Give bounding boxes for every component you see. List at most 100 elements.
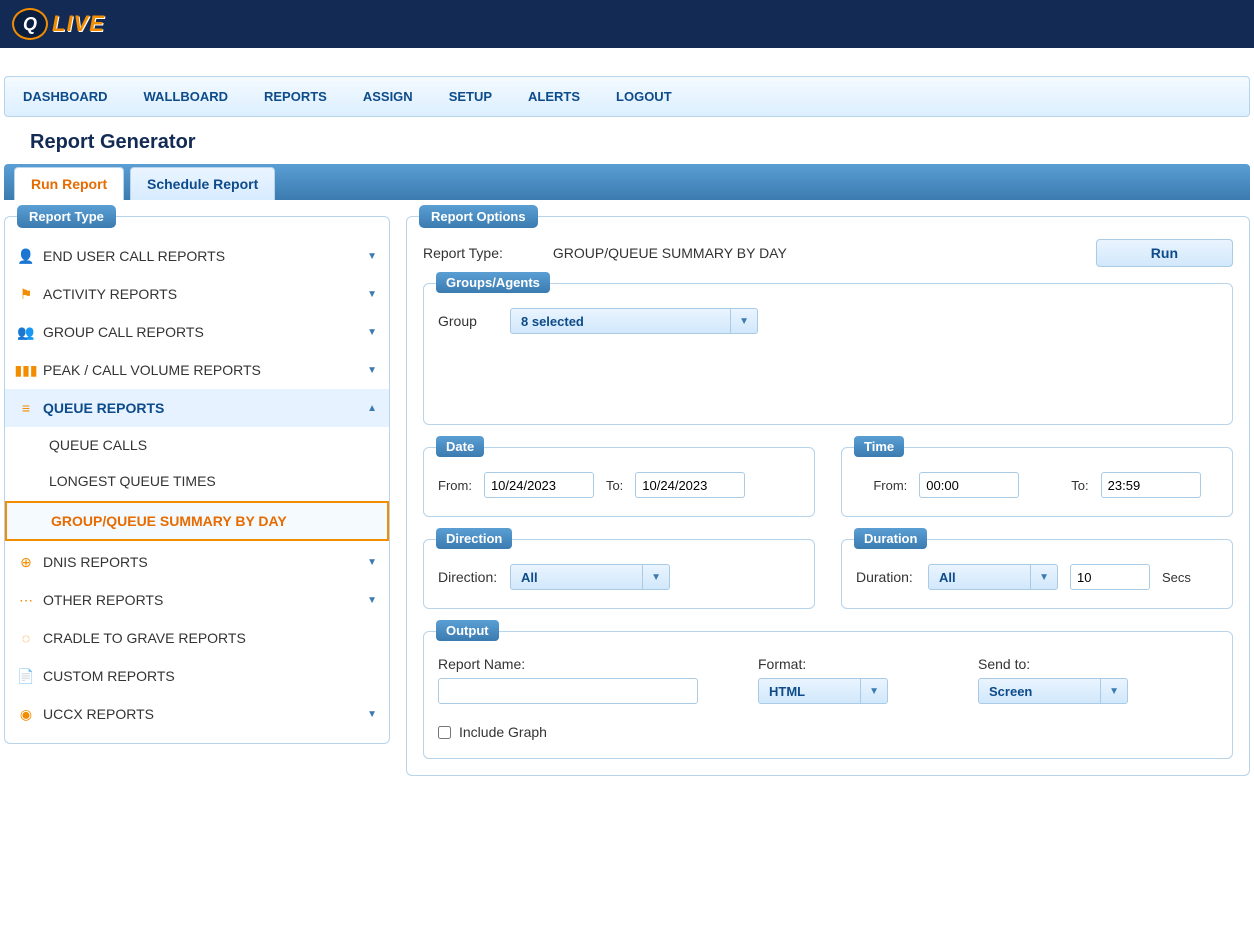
cat-label: ACTIVITY REPORTS [43, 286, 177, 302]
duration-label: Duration: [856, 569, 916, 585]
duration-dropdown[interactable]: All ▼ [928, 564, 1058, 590]
direction-value: All [511, 570, 548, 585]
sub-queue-calls[interactable]: QUEUE CALLS [5, 427, 389, 463]
cat-label: OTHER REPORTS [43, 592, 163, 608]
cat-label: END USER CALL REPORTS [43, 248, 225, 264]
logo: Q LIVE [12, 8, 105, 40]
date-from-label: From: [438, 478, 472, 493]
report-options-area: Report Options Report Type: GROUP/QUEUE … [406, 216, 1250, 794]
group-label: Group [438, 313, 498, 329]
output-title: Output [436, 620, 499, 641]
sidebar-panel-title: Report Type [17, 205, 116, 228]
format-dropdown[interactable]: HTML ▼ [758, 678, 888, 704]
run-button[interactable]: Run [1096, 239, 1233, 267]
nav-dashboard[interactable]: DASHBOARD [5, 85, 126, 108]
user-icon: 👤 [17, 247, 35, 265]
sendto-label: Send to: [978, 656, 1178, 672]
date-to-label: To: [606, 478, 623, 493]
include-graph-checkbox[interactable] [438, 726, 451, 739]
nav-assign[interactable]: ASSIGN [345, 85, 431, 108]
output-panel: Output Report Name: Format: HTML ▼ [423, 631, 1233, 759]
report-type-label: Report Type: [423, 245, 503, 261]
report-options-title: Report Options [419, 205, 538, 228]
chevron-down-icon: ▼ [1030, 565, 1057, 589]
time-title: Time [854, 436, 904, 457]
time-panel: Time From: To: [841, 447, 1233, 517]
sendto-value: Screen [979, 684, 1042, 699]
sub-group-queue-summary-by-day[interactable]: GROUP/QUEUE SUMMARY BY DAY [5, 501, 389, 541]
duration-secs-label: Secs [1162, 570, 1191, 585]
cat-label: GROUP CALL REPORTS [43, 324, 204, 340]
duration-panel: Duration Duration: All ▼ Secs [841, 539, 1233, 609]
cat-label: UCCX REPORTS [43, 706, 154, 722]
group-dropdown[interactable]: 8 selected ▼ [510, 308, 758, 334]
cat-cradle-to-grave-reports[interactable]: ◌ CRADLE TO GRAVE REPORTS [5, 619, 389, 657]
group-icon: 👥 [17, 323, 35, 341]
time-to-label: To: [1071, 478, 1088, 493]
duration-title: Duration [854, 528, 927, 549]
sub-longest-queue-times[interactable]: LONGEST QUEUE TIMES [5, 463, 389, 499]
main-nav: DASHBOARD WALLBOARD REPORTS ASSIGN SETUP… [4, 76, 1250, 117]
tab-strip: Run Report Schedule Report [4, 164, 1250, 200]
cat-end-user-call-reports[interactable]: 👤 END USER CALL REPORTS ▼ [5, 237, 389, 275]
cat-label: CUSTOM REPORTS [43, 668, 175, 684]
dots-icon: ⋯ [17, 591, 35, 609]
chevron-down-icon: ▼ [367, 327, 377, 338]
chevron-down-icon: ▼ [367, 289, 377, 300]
bars-icon: ▮▮▮ [17, 361, 35, 379]
tab-schedule-report[interactable]: Schedule Report [130, 167, 275, 200]
chevron-down-icon: ▼ [367, 595, 377, 606]
chevron-down-icon: ▼ [642, 565, 669, 589]
nav-logout[interactable]: LOGOUT [598, 85, 690, 108]
chevron-down-icon: ▼ [1100, 679, 1127, 703]
top-bar: Q LIVE [0, 0, 1254, 48]
duration-value: All [929, 570, 966, 585]
cat-queue-reports[interactable]: ≡ QUEUE REPORTS ▲ [5, 389, 389, 427]
group-dropdown-value: 8 selected [511, 314, 594, 329]
cat-label: CRADLE TO GRAVE REPORTS [43, 630, 246, 646]
direction-panel: Direction Direction: All ▼ [423, 539, 815, 609]
groups-agents-panel: Groups/Agents Group 8 selected ▼ [423, 283, 1233, 425]
cat-peak-volume-reports[interactable]: ▮▮▮ PEAK / CALL VOLUME REPORTS ▼ [5, 351, 389, 389]
cat-uccx-reports[interactable]: ◉ UCCX REPORTS ▼ [5, 695, 389, 733]
time-from-input[interactable] [919, 472, 1019, 498]
time-from-label: From: [873, 478, 907, 493]
chevron-down-icon: ▼ [367, 709, 377, 720]
nav-reports[interactable]: REPORTS [246, 85, 345, 108]
date-title: Date [436, 436, 484, 457]
chevron-down-icon: ▼ [730, 309, 757, 333]
report-name-label: Report Name: [438, 656, 718, 672]
cat-label: PEAK / CALL VOLUME REPORTS [43, 362, 261, 378]
cat-label: DNIS REPORTS [43, 554, 148, 570]
chevron-down-icon: ▼ [367, 365, 377, 376]
cat-group-call-reports[interactable]: 👥 GROUP CALL REPORTS ▼ [5, 313, 389, 351]
direction-label: Direction: [438, 569, 498, 585]
tab-run-report[interactable]: Run Report [14, 167, 124, 200]
flag-icon: ⚑ [17, 285, 35, 303]
list-icon: ≡ [17, 399, 35, 417]
duration-secs-input[interactable] [1070, 564, 1150, 590]
cat-custom-reports[interactable]: 📄 CUSTOM REPORTS [5, 657, 389, 695]
report-name-input[interactable] [438, 678, 698, 704]
cat-activity-reports[interactable]: ⚑ ACTIVITY REPORTS ▼ [5, 275, 389, 313]
format-label: Format: [758, 656, 938, 672]
include-graph-label: Include Graph [459, 724, 547, 740]
date-to-input[interactable] [635, 472, 745, 498]
date-from-input[interactable] [484, 472, 594, 498]
page-title: Report Generator [0, 117, 1254, 164]
cat-label: QUEUE REPORTS [43, 400, 164, 416]
cat-dnis-reports[interactable]: ⊕ DNIS REPORTS ▼ [5, 543, 389, 581]
nav-setup[interactable]: SETUP [431, 85, 510, 108]
chevron-down-icon: ▼ [367, 557, 377, 568]
groups-agents-title: Groups/Agents [436, 272, 550, 293]
chevron-down-icon: ▼ [860, 679, 887, 703]
direction-dropdown[interactable]: All ▼ [510, 564, 670, 590]
cat-other-reports[interactable]: ⋯ OTHER REPORTS ▼ [5, 581, 389, 619]
direction-title: Direction [436, 528, 512, 549]
time-to-input[interactable] [1101, 472, 1201, 498]
chevron-up-icon: ▲ [367, 403, 377, 414]
sendto-dropdown[interactable]: Screen ▼ [978, 678, 1128, 704]
nav-wallboard[interactable]: WALLBOARD [126, 85, 247, 108]
date-panel: Date From: To: [423, 447, 815, 517]
nav-alerts[interactable]: ALERTS [510, 85, 598, 108]
